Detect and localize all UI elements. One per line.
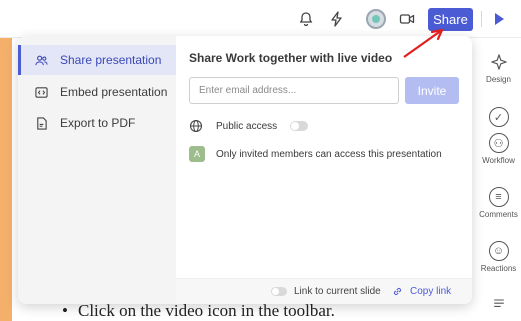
share-heading: Share Work together with live video [189, 51, 393, 65]
menu-item-embed-presentation[interactable]: Embed presentation [18, 77, 176, 107]
member-avatar: A [189, 146, 205, 162]
slide-bullet-text: Click on the video icon in the toolbar. [62, 301, 335, 321]
public-access-label: Public access [216, 120, 278, 132]
menu-item-export-pdf[interactable]: Export to PDF [18, 108, 176, 138]
share-footer: Link to current slide Copy link [176, 278, 472, 304]
bell-icon[interactable] [297, 10, 315, 28]
slide-canvas-edge [0, 38, 12, 321]
copy-link-label: Copy link [410, 286, 452, 297]
email-field[interactable] [189, 77, 399, 104]
link-to-slide-label: Link to current slide [294, 286, 381, 297]
menu-item-label: Embed presentation [60, 85, 168, 99]
menu-item-label: Export to PDF [60, 116, 136, 130]
annotation-arrow [403, 28, 444, 58]
embed-icon [34, 85, 48, 99]
rail-label-design: Design [486, 75, 511, 84]
copy-link-button[interactable]: Copy link [392, 286, 451, 297]
rail-check[interactable]: ✓ [476, 107, 521, 127]
workflow-icon: ⚇ [488, 133, 509, 153]
public-access-row: Public access [189, 119, 309, 133]
pdf-icon [34, 116, 48, 130]
comment-icon: ≡ [488, 187, 509, 207]
invite-button[interactable]: Invite [405, 77, 459, 104]
share-panel: Share presentation Embed presentation Ex… [18, 36, 472, 304]
share-content: Share Work together with live video Invi… [176, 36, 472, 304]
rail-comments[interactable]: ≡ Comments [476, 187, 521, 219]
rail-label-reactions: Reactions [480, 264, 517, 273]
notes-icon [489, 294, 509, 314]
rail-reactions[interactable]: ☺ Reactions [476, 241, 521, 273]
toolbar-divider [481, 11, 482, 27]
check-icon: ✓ [488, 107, 509, 127]
smile-icon: ☺ [488, 241, 509, 261]
rail-design[interactable]: Design [476, 52, 521, 84]
menu-item-label: Share presentation [60, 53, 162, 67]
rail-workflow[interactable]: ⚇ Workflow [476, 133, 521, 165]
right-rail: Design ✓ ⚇ Workflow ≡ Comments ☺ Reactio… [476, 38, 521, 321]
design-icon [489, 52, 509, 72]
link-to-slide[interactable]: Link to current slide [271, 286, 381, 297]
member-access-text: Only invited members can access this pre… [216, 148, 442, 160]
link-icon [393, 287, 402, 296]
share-menu: Share presentation Embed presentation Ex… [18, 36, 176, 304]
avatar[interactable] [366, 9, 386, 29]
member-row: A Only invited members can access this p… [189, 146, 442, 162]
lightning-icon[interactable] [328, 10, 346, 28]
public-access-toggle[interactable] [290, 121, 309, 131]
menu-item-share-presentation[interactable]: Share presentation [18, 45, 176, 75]
globe-icon [189, 119, 203, 133]
rail-label-workflow: Workflow [482, 156, 515, 165]
play-icon[interactable] [495, 13, 504, 25]
rail-label-comments: Comments [479, 210, 518, 219]
users-icon [34, 53, 48, 67]
link-to-slide-toggle[interactable] [271, 287, 287, 296]
rail-notes[interactable] [476, 294, 521, 314]
